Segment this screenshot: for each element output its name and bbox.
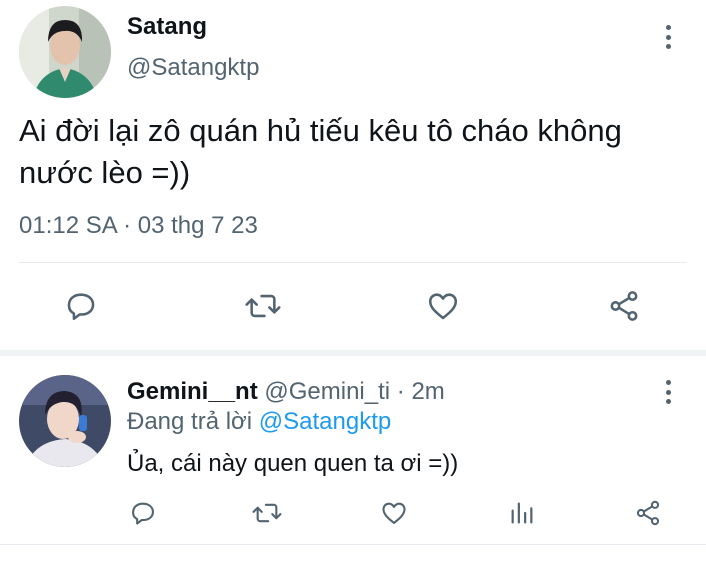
reply-text: Ủa, cái này quen quen ta ơi =)) — [127, 450, 459, 477]
author-handle[interactable]: @Satangktp — [127, 54, 259, 82]
reply-icon[interactable] — [127, 497, 159, 529]
reply-header: Gemini__nt @Gemini_ti · 2m — [127, 378, 445, 406]
share-icon[interactable] — [605, 287, 643, 325]
reply-separator: · — [390, 378, 412, 405]
retweet-icon[interactable] — [250, 497, 284, 529]
tweet-text: Ai đời lại zô quán hủ tiếu kêu tô cháo k… — [19, 113, 622, 190]
reply-icon[interactable] — [62, 287, 100, 325]
divider — [19, 262, 687, 263]
share-icon[interactable] — [632, 497, 664, 529]
replying-prefix: Đang trả lời — [127, 408, 259, 435]
retweet-icon[interactable] — [243, 287, 283, 325]
divider — [0, 544, 706, 545]
author-avatar[interactable] — [19, 6, 111, 98]
like-icon[interactable] — [424, 287, 462, 325]
divider — [0, 350, 706, 356]
views-icon[interactable] — [506, 497, 538, 529]
replying-to-line: Đang trả lời @Satangktp — [127, 408, 391, 436]
reply-time[interactable]: 2m — [411, 378, 444, 405]
like-icon[interactable] — [378, 497, 410, 529]
author-name[interactable]: Satang — [127, 13, 207, 41]
reply-author-handle[interactable]: @Gemini_ti — [258, 378, 390, 405]
more-options-icon[interactable] — [663, 25, 673, 49]
replying-to-mention[interactable]: @Satangktp — [259, 408, 391, 435]
reply-author-name[interactable]: Gemini__nt — [127, 378, 258, 405]
more-options-icon[interactable] — [663, 380, 673, 404]
tweet-timestamp[interactable]: 01:12 SA · 03 thg 7 23 — [19, 212, 258, 240]
reply-author-avatar[interactable] — [19, 375, 111, 467]
